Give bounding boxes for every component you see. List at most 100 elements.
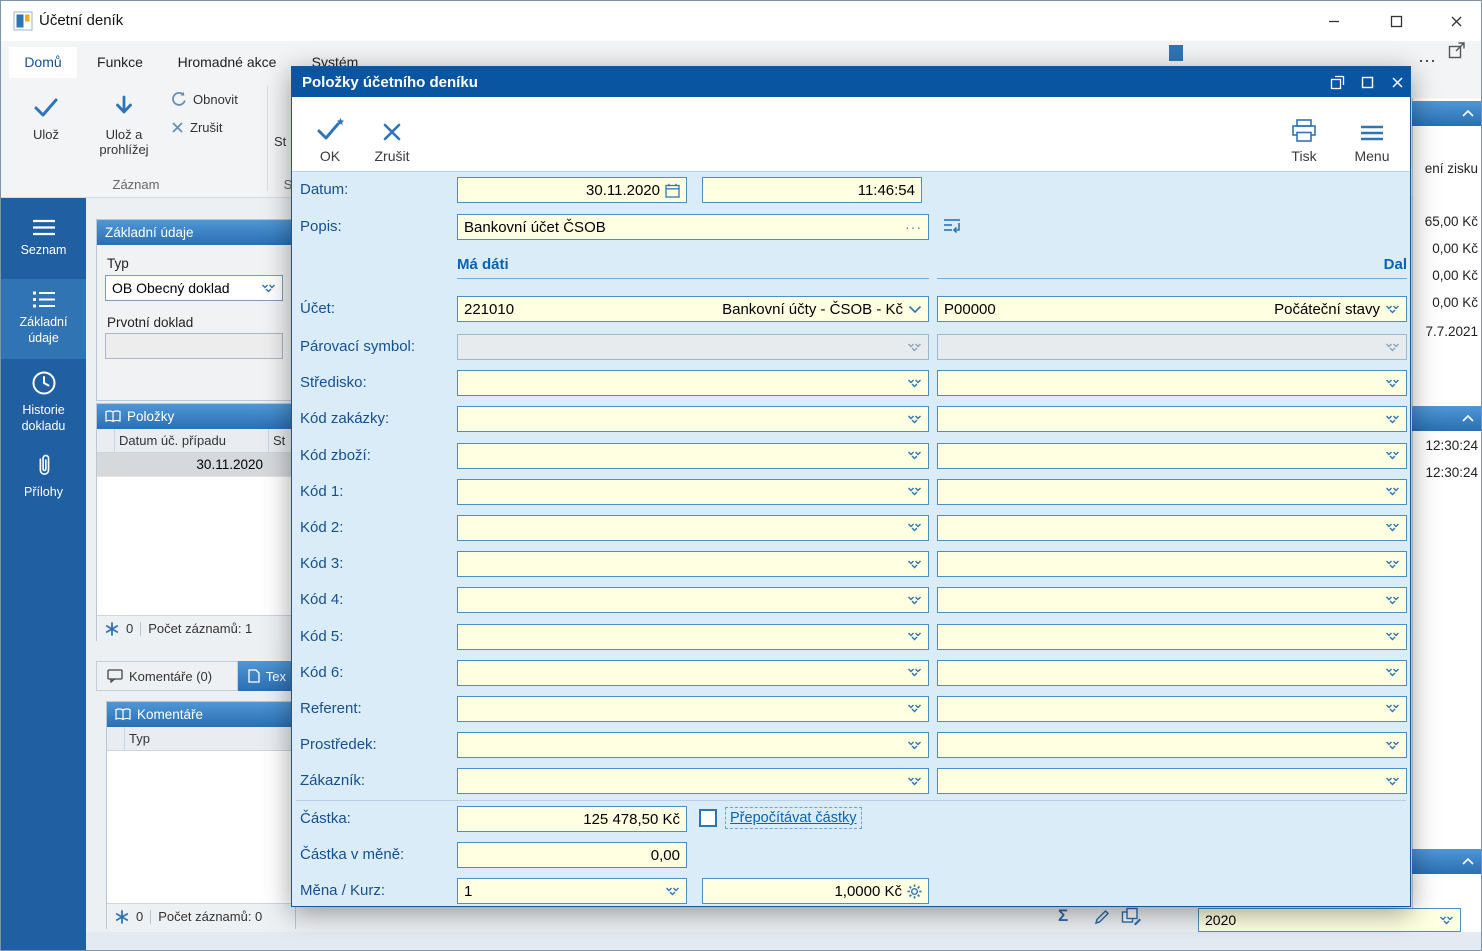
debit-value-field[interactable] xyxy=(457,624,929,650)
dropdown-icon[interactable] xyxy=(1385,668,1400,677)
close-button[interactable] xyxy=(1433,1,1479,41)
dropdown-icon[interactable] xyxy=(907,741,922,750)
typ-combobox[interactable]: OB Obecný doklad xyxy=(105,275,283,301)
credit-value-field[interactable] xyxy=(937,479,1407,505)
dropdown-icon[interactable] xyxy=(907,668,922,677)
tab-funkce[interactable]: Funkce xyxy=(85,47,155,78)
dropdown-icon[interactable] xyxy=(1385,704,1400,713)
credit-value-field[interactable] xyxy=(937,768,1407,794)
date-field[interactable]: 30.11.2020 xyxy=(457,177,687,203)
dropdown-icon[interactable] xyxy=(907,596,922,605)
debit-value-field[interactable] xyxy=(457,660,929,686)
dropdown-icon[interactable] xyxy=(907,632,922,641)
tab-texty[interactable]: Tex xyxy=(238,661,296,691)
sidebar-item-prilohy[interactable]: Přílohy xyxy=(1,445,86,509)
dropdown-icon[interactable] xyxy=(1385,451,1400,460)
dropdown-icon[interactable] xyxy=(907,704,922,713)
gear-icon[interactable] xyxy=(907,884,922,899)
dropdown-icon[interactable] xyxy=(1385,741,1400,750)
dropdown-icon[interactable] xyxy=(1385,632,1400,641)
collapse-icon[interactable] xyxy=(1462,415,1474,422)
dropdown-icon[interactable] xyxy=(1385,596,1400,605)
dropdown-icon[interactable] xyxy=(1385,560,1400,569)
dropdown-icon[interactable] xyxy=(665,887,680,896)
minimize-button[interactable] xyxy=(1311,1,1357,41)
print-button[interactable]: Tisk xyxy=(1278,103,1330,166)
debit-value-field[interactable] xyxy=(457,443,929,469)
dialog-close-button[interactable] xyxy=(1388,74,1406,91)
refresh-button[interactable]: Obnovit xyxy=(171,87,238,111)
column-typ[interactable]: Typ xyxy=(125,727,295,750)
collapse-icon[interactable] xyxy=(1462,110,1474,117)
items-row-selected[interactable]: 30.11.2020 xyxy=(97,453,295,477)
tab-domu[interactable]: Domů xyxy=(9,47,77,78)
year-combobox[interactable]: 2020 xyxy=(1198,908,1461,932)
dropdown-icon[interactable] xyxy=(1385,777,1400,786)
dropdown-icon[interactable] xyxy=(907,523,922,532)
debit-value-field[interactable] xyxy=(457,515,929,541)
debit-value-field[interactable] xyxy=(457,587,929,613)
credit-value-field[interactable] xyxy=(937,443,1407,469)
dropdown-icon[interactable] xyxy=(1439,916,1454,925)
debit-value-field[interactable] xyxy=(457,479,929,505)
dropdown-icon[interactable] xyxy=(907,560,922,569)
credit-value-field[interactable] xyxy=(937,334,1407,360)
dropdown-icon[interactable] xyxy=(261,284,276,293)
credit-value-field[interactable] xyxy=(937,406,1407,432)
predefined-text-button[interactable] xyxy=(942,217,962,241)
dock-window-button[interactable] xyxy=(1328,74,1346,91)
debit-value-field[interactable] xyxy=(457,551,929,577)
debit-value-field[interactable] xyxy=(457,732,929,758)
tab-hromadne-akce[interactable]: Hromadné akce xyxy=(163,47,291,78)
dialog-cancel-button[interactable]: Zrušit xyxy=(364,103,420,166)
credit-value-field[interactable] xyxy=(937,660,1407,686)
debit-value-field[interactable] xyxy=(457,406,929,432)
ok-button[interactable]: OK xyxy=(304,103,356,166)
prvotni-doklad-field[interactable] xyxy=(105,333,283,359)
save-button[interactable]: Ulož xyxy=(17,83,75,175)
dropdown-icon[interactable] xyxy=(907,415,922,424)
credit-value-field[interactable] xyxy=(937,587,1407,613)
credit-value-field[interactable] xyxy=(937,696,1407,722)
dropdown-icon[interactable] xyxy=(1385,523,1400,532)
credit-value-field[interactable] xyxy=(937,370,1407,396)
overflow-menu-button[interactable]: ⋯ xyxy=(1418,51,1437,72)
credit-account-field[interactable]: P00000 Počáteční stavy xyxy=(937,296,1407,322)
collapse-icon[interactable] xyxy=(1462,858,1474,865)
credit-value-field[interactable] xyxy=(937,515,1407,541)
recalculate-checkbox[interactable] xyxy=(699,809,717,827)
debit-value-field[interactable] xyxy=(457,370,929,396)
dialog-maximize-button[interactable] xyxy=(1358,74,1376,91)
dropdown-icon[interactable] xyxy=(1385,487,1400,496)
dropdown-icon[interactable] xyxy=(907,777,922,786)
dropdown-icon[interactable] xyxy=(1385,415,1400,424)
credit-value-field[interactable] xyxy=(937,732,1407,758)
dropdown-icon[interactable] xyxy=(1385,305,1400,314)
dropdown-icon[interactable] xyxy=(907,379,922,388)
edit-button[interactable] xyxy=(1093,908,1111,931)
amount-field[interactable]: 125 478,50 Kč xyxy=(457,806,687,832)
sidebar-item-zakladni-udaje[interactable]: Základní údaje xyxy=(1,279,86,359)
debit-value-field[interactable] xyxy=(457,696,929,722)
menu-button[interactable]: Menu xyxy=(1346,103,1398,166)
credit-value-field[interactable] xyxy=(937,551,1407,577)
description-field[interactable]: Bankovní účet ČSOB ··· xyxy=(457,214,929,240)
debit-value-field[interactable] xyxy=(457,768,929,794)
maximize-button[interactable] xyxy=(1373,1,1419,41)
copy-edit-button[interactable] xyxy=(1121,907,1143,931)
dropdown-icon[interactable] xyxy=(1385,343,1400,352)
cancel-button[interactable]: Zrušit xyxy=(171,115,223,139)
ellipsis-button[interactable]: ··· xyxy=(905,219,922,235)
credit-value-field[interactable] xyxy=(937,624,1407,650)
debit-account-field[interactable]: 221010 Bankovní účty - ČSOB - Kč xyxy=(457,296,929,322)
currency-amount-field[interactable]: 0,00 xyxy=(457,842,687,868)
sidebar-item-historie-dokladu[interactable]: Historie dokladu xyxy=(1,363,86,441)
save-and-view-button[interactable]: Ulož a prohlížej xyxy=(81,83,167,175)
dropdown-icon[interactable] xyxy=(907,451,922,460)
calendar-icon[interactable] xyxy=(665,183,680,198)
dropdown-icon[interactable] xyxy=(1385,379,1400,388)
dropdown-icon[interactable] xyxy=(907,343,922,352)
popout-window-button[interactable] xyxy=(1448,41,1466,64)
tab-komentare[interactable]: Komentáře (0) xyxy=(96,661,238,691)
time-field[interactable]: 11:46:54 xyxy=(702,177,922,203)
